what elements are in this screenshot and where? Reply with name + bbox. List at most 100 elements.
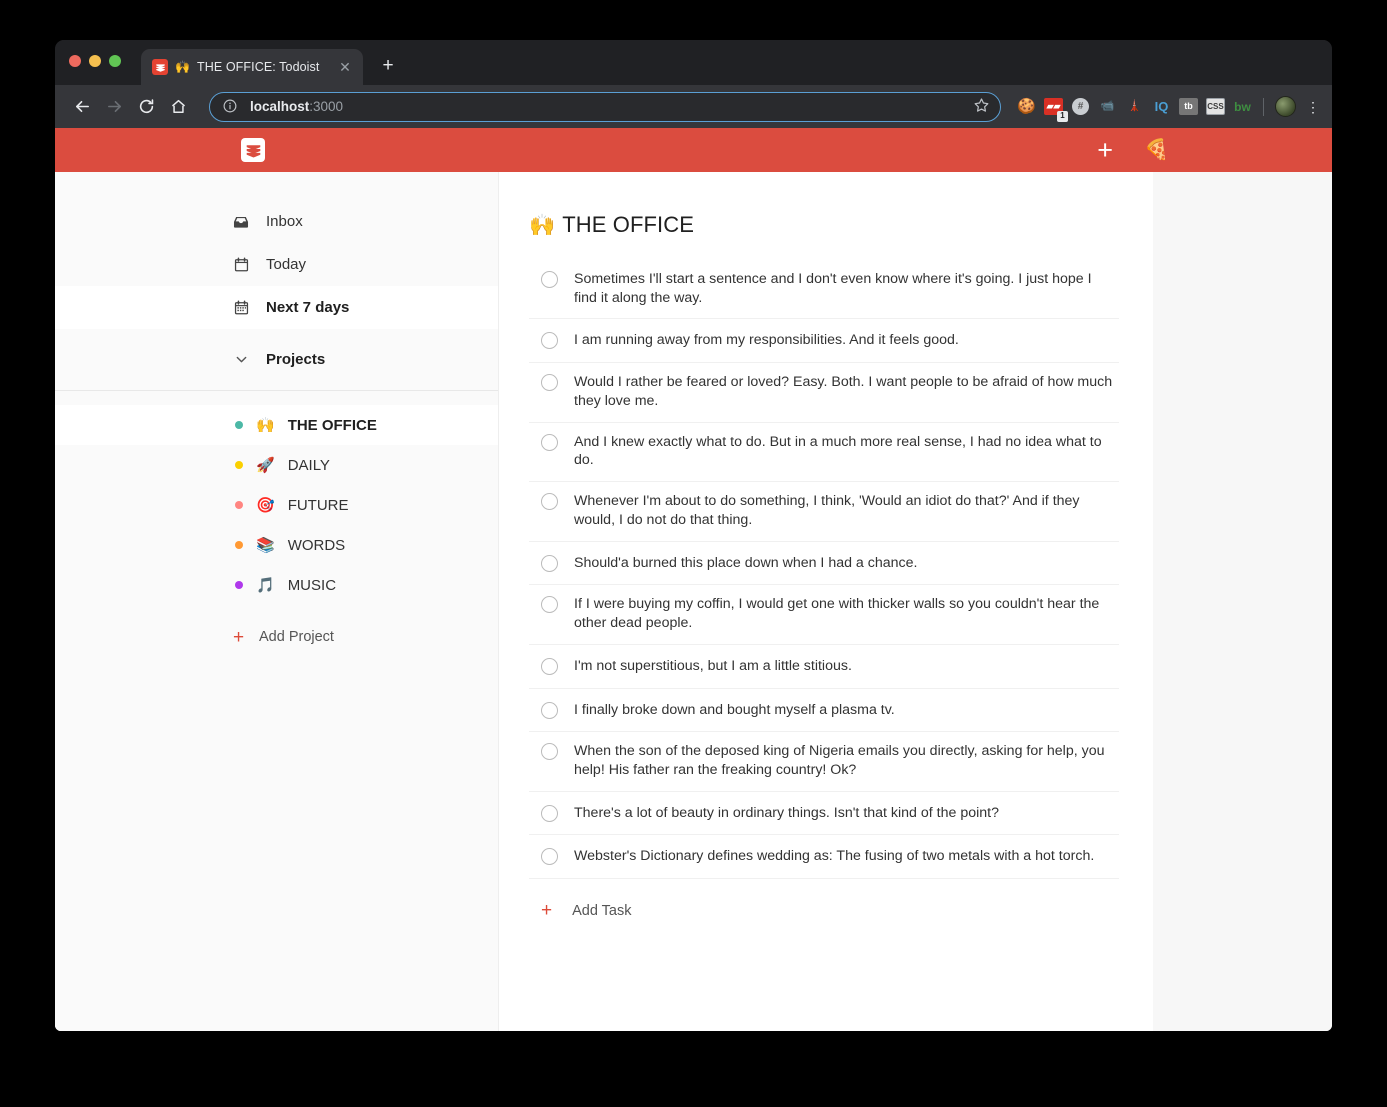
project-label: MUSIC xyxy=(288,577,336,594)
project-emoji: 📚 xyxy=(256,538,275,553)
app-header-actions: + 🍕 xyxy=(1092,137,1169,164)
screencast-extension-icon[interactable]: 📹 xyxy=(1098,97,1117,116)
browser-tab-strip: 🙌 THE OFFICE: Todoist ✕ + xyxy=(55,40,1332,85)
tab-title: THE OFFICE: Todoist xyxy=(197,60,330,74)
sidebar-item-label: Next 7 days xyxy=(266,299,349,316)
task-checkbox[interactable] xyxy=(541,493,558,510)
task-checkbox[interactable] xyxy=(541,332,558,349)
bookmark-star-icon[interactable] xyxy=(972,96,994,118)
main-content: 🙌 THE OFFICE Sometimes I'll start a sent… xyxy=(499,172,1153,1031)
site-info-icon[interactable] xyxy=(222,98,240,116)
app-body: Inbox Today xyxy=(55,172,1332,1031)
project-item-future[interactable]: 🎯 FUTURE xyxy=(55,485,498,525)
task-checkbox[interactable] xyxy=(541,805,558,822)
task-checkbox[interactable] xyxy=(541,702,558,719)
lighthouse-extension-icon[interactable]: 🗼 xyxy=(1125,97,1144,116)
project-item-music[interactable]: 🎵 MUSIC xyxy=(55,565,498,605)
task-row[interactable]: If I were buying my coffin, I would get … xyxy=(529,585,1119,644)
avatar[interactable] xyxy=(1275,96,1296,117)
task-text: I finally broke down and bought myself a… xyxy=(574,701,899,720)
task-row[interactable]: There's a lot of beauty in ordinary thin… xyxy=(529,792,1119,836)
task-row[interactable]: I am running away from my responsibiliti… xyxy=(529,319,1119,363)
project-emoji: 🚀 xyxy=(256,458,275,473)
add-project-button[interactable]: + Add Project xyxy=(55,617,498,657)
tab-title-emoji: 🙌 xyxy=(175,61,190,73)
project-item-words[interactable]: 📚 WORDS xyxy=(55,525,498,565)
css-extension-icon[interactable]: CSS xyxy=(1206,97,1225,116)
chevron-down-icon[interactable] xyxy=(231,349,251,369)
browser-tab-active[interactable]: 🙌 THE OFFICE: Todoist ✕ xyxy=(141,49,363,85)
project-label: FUTURE xyxy=(288,497,349,514)
task-list: Sometimes I'll start a sentence and I do… xyxy=(529,260,1119,879)
todoist-logo-icon[interactable] xyxy=(241,138,265,162)
notes-extension-badge: 1 xyxy=(1057,111,1068,122)
cookie-extension-icon[interactable]: 🍪 xyxy=(1017,97,1036,116)
project-item-daily[interactable]: 🚀 DAILY xyxy=(55,445,498,485)
iq-extension-icon[interactable]: IQ xyxy=(1152,97,1171,116)
address-bar[interactable]: localhost:3000 xyxy=(209,92,1001,122)
toolbar-divider xyxy=(1263,98,1264,116)
task-checkbox[interactable] xyxy=(541,743,558,760)
forward-arrow-icon[interactable] xyxy=(99,92,129,122)
pizza-icon[interactable]: 🍕 xyxy=(1144,140,1169,160)
close-icon[interactable]: ✕ xyxy=(337,59,353,75)
add-task-button[interactable]: + Add Task xyxy=(529,879,1119,920)
address-bar-url[interactable]: localhost:3000 xyxy=(250,99,972,114)
browser-toolbar: localhost:3000 🍪 ▰▰ 1 # 📹 🗼 IQ xyxy=(55,85,1332,128)
task-row[interactable]: Whenever I'm about to do something, I th… xyxy=(529,482,1119,541)
project-emoji: 🎯 xyxy=(256,498,275,513)
project-color-dot xyxy=(235,581,243,589)
home-icon[interactable] xyxy=(163,92,193,122)
task-row[interactable]: Should'a burned this place down when I h… xyxy=(529,542,1119,586)
project-color-dot xyxy=(235,421,243,429)
project-item-the-office[interactable]: 🙌 THE OFFICE xyxy=(55,405,498,445)
url-port: :3000 xyxy=(309,99,343,114)
add-task-label: Add Task xyxy=(572,903,631,919)
task-text: I am running away from my responsibiliti… xyxy=(574,331,963,350)
task-checkbox[interactable] xyxy=(541,271,558,288)
task-text: Webster's Dictionary defines wedding as:… xyxy=(574,847,1098,866)
task-row[interactable]: Sometimes I'll start a sentence and I do… xyxy=(529,260,1119,319)
add-project-label: Add Project xyxy=(259,629,334,645)
task-checkbox[interactable] xyxy=(541,434,558,451)
task-row[interactable]: I'm not superstitious, but I am a little… xyxy=(529,645,1119,689)
task-row[interactable]: I finally broke down and bought myself a… xyxy=(529,689,1119,733)
toolbox-extension-icon[interactable]: tb xyxy=(1179,97,1198,116)
task-row[interactable]: And I knew exactly what to do. But in a … xyxy=(529,423,1119,482)
task-row[interactable]: Webster's Dictionary defines wedding as:… xyxy=(529,835,1119,879)
quick-add-task-icon[interactable]: + xyxy=(1092,137,1118,164)
project-color-dot xyxy=(235,461,243,469)
task-text: Would I rather be feared or loved? Easy.… xyxy=(574,373,1119,410)
project-color-dot xyxy=(235,501,243,509)
task-checkbox[interactable] xyxy=(541,596,558,613)
task-checkbox[interactable] xyxy=(541,848,558,865)
calendar-icon xyxy=(231,255,251,275)
sidebar-item-next-7-days[interactable]: Next 7 days xyxy=(55,286,498,329)
bw-extension-icon[interactable]: bw xyxy=(1233,97,1252,116)
sidebar-item-today[interactable]: Today xyxy=(55,243,498,286)
new-tab-button[interactable]: + xyxy=(377,55,399,77)
project-label: WORDS xyxy=(288,537,346,554)
reload-icon[interactable] xyxy=(131,92,161,122)
sidebar-item-label: Inbox xyxy=(266,213,303,230)
sidebar-item-label: Today xyxy=(266,256,306,273)
page-viewport: + 🍕 Inbox xyxy=(55,128,1332,1031)
back-arrow-icon[interactable] xyxy=(67,92,97,122)
task-checkbox[interactable] xyxy=(541,658,558,675)
close-window-button[interactable] xyxy=(69,55,81,67)
notes-extension-icon[interactable]: ▰▰ 1 xyxy=(1044,97,1063,116)
hashtag-extension-icon[interactable]: # xyxy=(1071,97,1090,116)
task-row[interactable]: Would I rather be feared or loved? Easy.… xyxy=(529,363,1119,422)
minimize-window-button[interactable] xyxy=(89,55,101,67)
task-checkbox[interactable] xyxy=(541,555,558,572)
sidebar-item-inbox[interactable]: Inbox xyxy=(55,200,498,243)
sidebar: Inbox Today xyxy=(55,172,499,1031)
task-text: Should'a burned this place down when I h… xyxy=(574,554,921,573)
browser-menu-icon[interactable]: ⋮ xyxy=(1304,100,1322,114)
screenshot-root: 🙌 THE OFFICE: Todoist ✕ + xyxy=(0,0,1387,1107)
maximize-window-button[interactable] xyxy=(109,55,121,67)
projects-section-header[interactable]: Projects xyxy=(55,336,498,382)
task-row[interactable]: When the son of the deposed king of Nige… xyxy=(529,732,1119,791)
page-title-emoji: 🙌 xyxy=(529,214,555,238)
task-checkbox[interactable] xyxy=(541,374,558,391)
